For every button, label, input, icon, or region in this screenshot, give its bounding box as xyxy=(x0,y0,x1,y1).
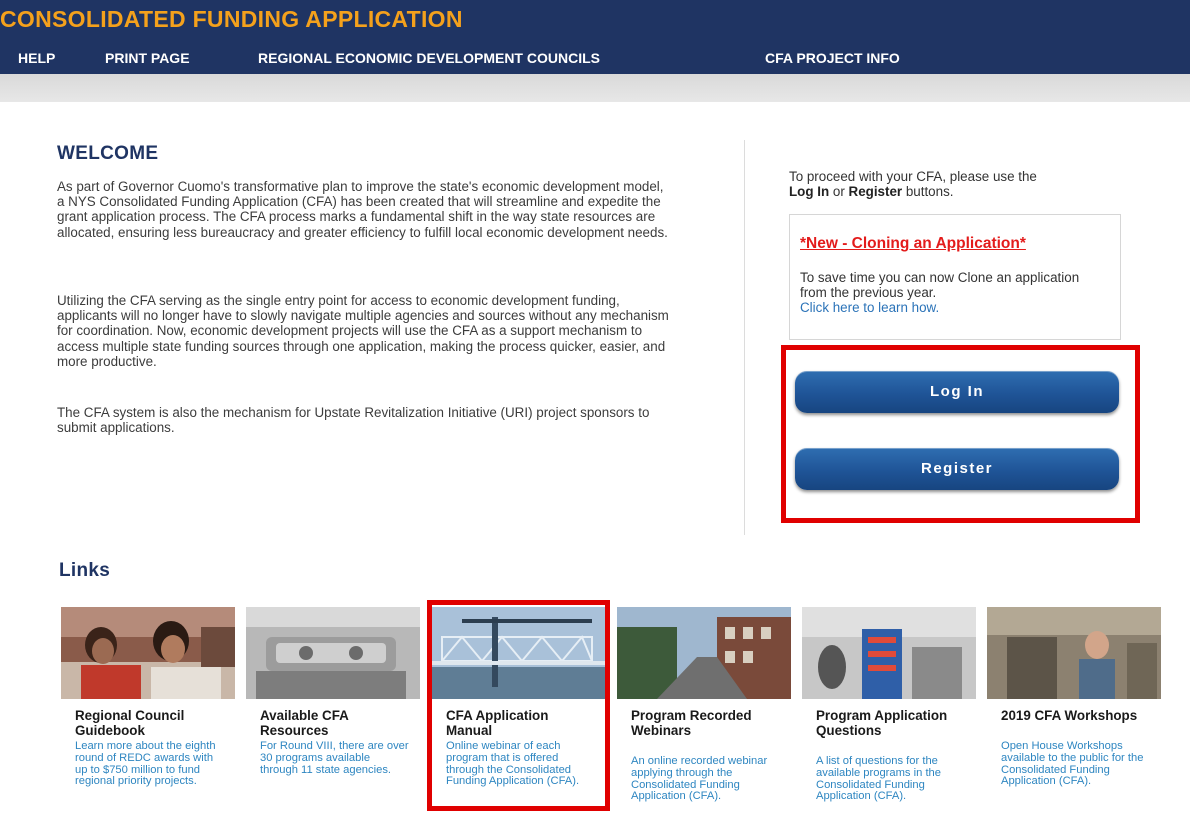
card-title: Program Application Questions xyxy=(816,708,948,738)
link-card-regional-guidebook[interactable]: Regional Council Guidebook Learn more ab… xyxy=(61,607,235,820)
proceed-login-word: Log In xyxy=(789,184,830,200)
proceed-register-word: Register xyxy=(848,184,903,200)
card-description: Open House Workshops available to the pu… xyxy=(1001,740,1144,788)
learn-how-link[interactable]: Click here to learn how. xyxy=(800,300,939,315)
main-nav: HELP PRINT PAGE REGIONAL ECONOMIC DEVELO… xyxy=(0,50,1190,68)
card-image-street xyxy=(617,607,791,699)
card-description: For Round VIII, there are over 30 progra… xyxy=(260,740,409,776)
clone-notice-box: *New - Cloning an Application* To save t… xyxy=(789,214,1121,340)
nav-regional-councils[interactable]: REGIONAL ECONOMIC DEVELOPMENT COUNCILS xyxy=(258,50,600,66)
nav-help[interactable]: HELP xyxy=(18,50,55,66)
nav-print-page[interactable]: PRINT PAGE xyxy=(105,50,190,66)
register-button[interactable]: Register xyxy=(795,448,1119,490)
card-image-workshop xyxy=(802,607,976,699)
login-button[interactable]: Log In xyxy=(795,371,1119,413)
highlight-box-manual xyxy=(427,600,610,811)
proceed-instructions: To proceed with your CFA, please use the… xyxy=(789,169,1129,199)
link-card-application-questions[interactable]: Program Application Questions A list of … xyxy=(802,607,976,820)
welcome-paragraph-1: As part of Governor Cuomo's transformati… xyxy=(57,179,668,240)
welcome-paragraph-3: The CFA system is also the mechanism for… xyxy=(57,405,650,436)
card-title: Regional Council Guidebook xyxy=(75,708,185,738)
link-card-cfa-resources[interactable]: Available CFA Resources For Round VIII, … xyxy=(246,607,420,820)
proceed-buttons-word: buttons. xyxy=(902,184,954,200)
links-heading: Links xyxy=(59,560,111,581)
welcome-heading: WELCOME xyxy=(57,143,159,164)
proceed-text: To proceed with your CFA, please use the xyxy=(789,169,1037,184)
clone-notice-text: To save time you can now Clone an applic… xyxy=(800,270,1100,316)
column-divider xyxy=(744,140,745,535)
welcome-paragraph-2: Utilizing the CFA serving as the single … xyxy=(57,293,669,369)
card-title: 2019 CFA Workshops xyxy=(1001,708,1138,723)
link-card-recorded-webinars[interactable]: Program Recorded Webinars An online reco… xyxy=(617,607,791,820)
card-title: Program Recorded Webinars xyxy=(631,708,752,738)
card-description: Learn more about the eighth round of RED… xyxy=(75,740,216,788)
card-description: An online recorded webinar applying thro… xyxy=(631,755,768,803)
card-image-worker xyxy=(987,607,1161,699)
proceed-or: or xyxy=(829,184,849,200)
link-card-cfa-workshops[interactable]: 2019 CFA Workshops Open House Workshops … xyxy=(987,607,1161,820)
card-image-machinery xyxy=(246,607,420,699)
sub-bar xyxy=(0,74,1190,102)
clone-description: To save time you can now Clone an applic… xyxy=(800,270,1080,301)
top-header: CONSOLIDATED FUNDING APPLICATION HELP PR… xyxy=(0,0,1190,74)
card-description: A list of questions for the available pr… xyxy=(816,755,941,803)
app-title: CONSOLIDATED FUNDING APPLICATION xyxy=(0,6,463,32)
card-image-students xyxy=(61,607,235,699)
card-title: Available CFA Resources xyxy=(260,708,349,738)
nav-cfa-project-info[interactable]: CFA PROJECT INFO xyxy=(765,50,900,66)
clone-notice-link[interactable]: *New - Cloning an Application* xyxy=(800,235,1026,253)
